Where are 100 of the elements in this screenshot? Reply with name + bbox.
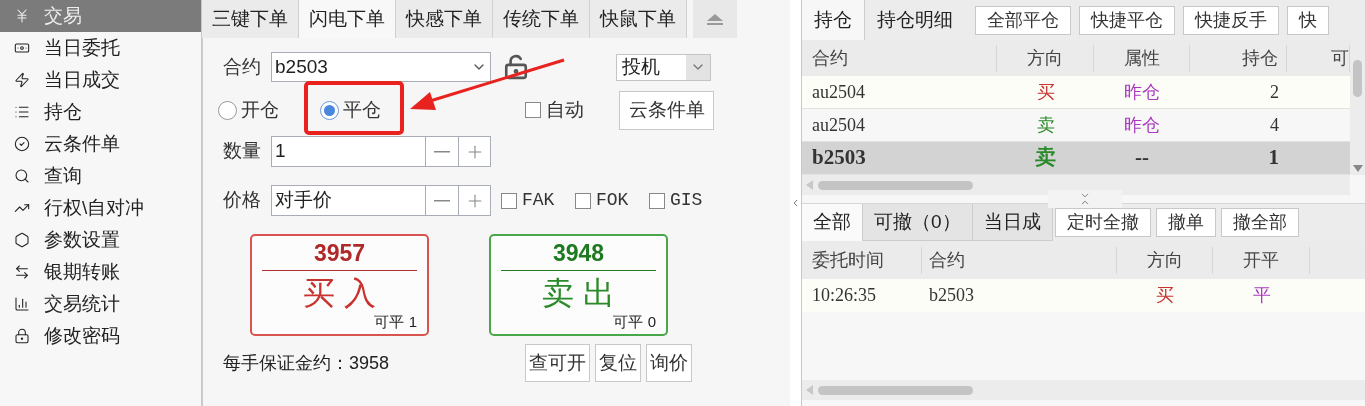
hexagon-icon xyxy=(14,232,30,248)
tab[interactable]: 当日成 xyxy=(972,204,1053,241)
position-action-button[interactable]: 快捷平仓 xyxy=(1079,5,1175,35)
sidebar-item[interactable]: 行权\自对冲 xyxy=(0,192,201,224)
margin-text: 每手保证金约：3958 xyxy=(223,351,391,375)
field-label: 数量 xyxy=(223,139,262,164)
lock-icon xyxy=(14,328,30,344)
order-row[interactable]: 10:26:35 b2503 买 平 xyxy=(802,279,1365,312)
sidebar-item[interactable]: 交易统计 xyxy=(0,288,201,320)
action-button[interactable]: 询价 xyxy=(646,344,692,382)
lightning-icon xyxy=(14,72,30,88)
vertical-scrollbar[interactable] xyxy=(1350,40,1365,175)
position-action-button[interactable]: 全部平仓 xyxy=(975,5,1071,35)
action-button[interactable]: 查可开 xyxy=(525,344,590,382)
minus-button[interactable] xyxy=(426,136,459,167)
column-header: 开平 xyxy=(1213,246,1310,274)
tab[interactable]: 传统下单 xyxy=(493,0,590,38)
table-cell-text: -- xyxy=(1134,144,1150,172)
scrollbar-thumb[interactable] xyxy=(1353,60,1362,97)
action-button[interactable]: 复位 xyxy=(595,344,641,382)
column-header: 持仓 xyxy=(1190,44,1287,72)
table-cell-text: 1 xyxy=(1267,144,1280,172)
order-flag-checkbox[interactable]: FOK xyxy=(575,187,639,214)
banknote-icon xyxy=(14,40,30,56)
column-header: 合约 xyxy=(922,246,1117,274)
quantity-field[interactable]: 1 xyxy=(271,136,426,167)
position-row[interactable]: au2504 买 昨仓 2 xyxy=(802,76,1350,109)
table-cell-text: 买 xyxy=(1035,80,1056,104)
sidebar-item[interactable]: 当日委托 xyxy=(0,32,201,64)
minus-icon xyxy=(434,199,450,202)
table-cell-text: au2504 xyxy=(811,113,866,137)
sidebar-item[interactable]: 持仓 xyxy=(0,96,201,128)
table-cell-text: 卖 xyxy=(1035,113,1056,137)
scrollbar-thumb[interactable] xyxy=(818,180,973,190)
scroll-left-icon xyxy=(806,180,814,190)
triangle-up-icon xyxy=(706,13,724,25)
minus-icon xyxy=(434,150,450,153)
horizontal-scrollbar[interactable] xyxy=(802,175,1350,195)
splitter-handle[interactable] xyxy=(1048,190,1122,208)
order-action-button[interactable]: 撤全部 xyxy=(1220,208,1299,237)
table-cell-text: 2 xyxy=(1269,80,1280,104)
tab[interactable]: 持仓 xyxy=(802,0,865,40)
plus-button[interactable] xyxy=(459,136,491,167)
position-action-button[interactable]: 快捷反手 xyxy=(1183,5,1279,35)
order-flag-checkbox[interactable]: GIS xyxy=(649,187,713,214)
table-cell-text: 昨仓 xyxy=(1123,113,1161,137)
order-flag-checkbox[interactable]: FAK xyxy=(501,187,565,214)
tab[interactable]: 快鼠下单 xyxy=(590,0,687,38)
list-icon xyxy=(14,104,30,120)
tab[interactable]: 全部 xyxy=(802,204,863,241)
collapse-button[interactable] xyxy=(693,0,737,38)
field-label: 价格 xyxy=(223,188,262,213)
scrollbar-thumb[interactable] xyxy=(818,385,973,395)
sidebar-item[interactable]: 修改密码 xyxy=(0,320,201,352)
sidebar-item[interactable]: 云条件单 xyxy=(0,128,201,160)
search-icon xyxy=(14,168,30,184)
table-cell-text: 买 xyxy=(1155,284,1175,307)
field-label: 合约 xyxy=(223,54,262,79)
tab[interactable]: 三键下单 xyxy=(202,0,299,38)
horizontal-scrollbar[interactable] xyxy=(802,380,1365,400)
order-action-button[interactable]: 撤单 xyxy=(1155,208,1216,237)
column-header: 方向 xyxy=(1117,246,1213,274)
column-header: 属性 xyxy=(1094,44,1190,72)
sidebar-item[interactable]: 当日成交 xyxy=(0,64,201,96)
contract-dropdown[interactable]: b2503 xyxy=(271,52,491,82)
tab[interactable]: 可撤（0） xyxy=(863,204,973,241)
column-header: 委托时间 xyxy=(802,246,922,274)
tab[interactable]: 快感下单 xyxy=(396,0,493,38)
transfer-icon xyxy=(14,264,30,280)
sidebar-item[interactable]: 查询 xyxy=(0,160,201,192)
table-cell-text: b2503 xyxy=(811,144,867,172)
table-cell-text: 10:26:35 xyxy=(811,284,877,307)
column-header: 合约 xyxy=(802,44,997,72)
price-field[interactable]: 对手价 xyxy=(271,185,426,216)
radio-option[interactable]: 开仓 xyxy=(218,95,320,125)
table-cell-text: 4 xyxy=(1269,113,1280,137)
bar-chart-icon xyxy=(14,296,30,312)
plus-button[interactable] xyxy=(459,185,491,216)
buy-button[interactable]: 3957 买 入 可平 1 xyxy=(250,234,429,336)
table-cell-text: 卖 xyxy=(1034,144,1057,172)
position-action-button[interactable]: 快 xyxy=(1287,5,1329,35)
auto-checkbox[interactable]: 自动 xyxy=(525,95,619,125)
sidebar-item[interactable]: 银期转账 xyxy=(0,256,201,288)
minus-button[interactable] xyxy=(426,185,459,216)
position-row[interactable]: b2503 卖 -- 1 xyxy=(802,142,1350,175)
table-cell-text: 平 xyxy=(1251,284,1272,307)
sidebar-item[interactable]: 参数设置 xyxy=(0,224,201,256)
order-action-button[interactable]: 定时全撤 xyxy=(1054,208,1151,237)
table-cell-text: b2503 xyxy=(928,284,975,307)
radio-option[interactable]: 平仓 xyxy=(320,95,525,125)
cloud-condition-button[interactable]: 云条件单 xyxy=(619,90,714,130)
sidebar-item[interactable]: 交易 xyxy=(0,0,201,32)
check-circle-icon xyxy=(14,136,30,152)
hedge-dropdown[interactable]: 投机 xyxy=(616,53,711,81)
scroll-left-icon xyxy=(806,385,814,395)
sell-button[interactable]: 3948 卖 出 可平 0 xyxy=(489,234,668,336)
table-cell-text: 昨仓 xyxy=(1123,80,1161,104)
unlocked-lock-icon[interactable] xyxy=(503,54,529,80)
yen-icon xyxy=(14,8,30,24)
column-header: 方向 xyxy=(997,44,1094,72)
